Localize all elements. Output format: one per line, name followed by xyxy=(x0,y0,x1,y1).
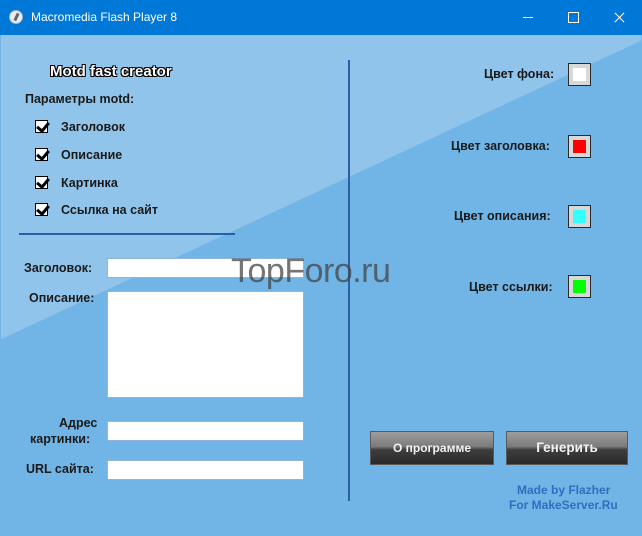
flash-stage: Motd fast creator Параметры motd: Заголо… xyxy=(1,35,641,535)
checkbox-description-label: Описание xyxy=(61,148,123,162)
bg-color-swatch[interactable] xyxy=(568,63,591,86)
description-textarea[interactable] xyxy=(107,291,304,398)
description-color-label: Цвет описания: xyxy=(454,209,551,223)
link-color-label: Цвет ссылки: xyxy=(469,280,553,294)
checkbox-link-label: Ссылка на сайт xyxy=(61,203,158,217)
flash-player-icon xyxy=(9,10,23,24)
window-title: Macromedia Flash Player 8 xyxy=(31,10,178,24)
checkbox-image[interactable] xyxy=(35,176,48,189)
checkbox-title-label: Заголовок xyxy=(61,120,125,134)
checkbox-title[interactable] xyxy=(35,120,48,133)
checkbox-image-label: Картинка xyxy=(61,176,118,190)
bg-color-label: Цвет фона: xyxy=(484,67,555,81)
image-field-label-line2: картинки: xyxy=(30,432,91,446)
description-color-fill xyxy=(573,210,586,223)
image-field-label-line1: Адрес xyxy=(59,416,98,430)
description-color-swatch[interactable] xyxy=(568,205,591,228)
bg-color-fill xyxy=(573,68,586,81)
generate-button[interactable]: Генерить xyxy=(506,431,628,465)
title-bar[interactable]: Macromedia Flash Player 8 xyxy=(0,0,642,35)
title-color-swatch[interactable] xyxy=(568,135,591,158)
minimize-icon xyxy=(523,17,533,18)
link-color-swatch[interactable] xyxy=(568,275,591,298)
about-button[interactable]: О программе xyxy=(370,431,494,465)
watermark-text: TopForo.ru xyxy=(231,252,391,290)
checkbox-link[interactable] xyxy=(35,203,48,216)
image-url-input[interactable] xyxy=(107,421,304,441)
site-url-input[interactable] xyxy=(107,460,304,480)
credit-site: For MakeServer.Ru xyxy=(509,498,618,512)
title-color-fill xyxy=(573,140,586,153)
minimize-button[interactable] xyxy=(505,0,551,35)
horizontal-divider xyxy=(19,233,235,235)
site-url-label: URL сайта: xyxy=(26,462,94,476)
params-header: Параметры motd: xyxy=(25,92,135,106)
description-field-label: Описание: xyxy=(29,291,95,305)
title-field-label: Заголовок: xyxy=(24,261,93,275)
link-color-fill xyxy=(573,280,586,293)
maximize-icon xyxy=(568,12,579,23)
checkbox-description[interactable] xyxy=(35,148,48,161)
credit-author: Made by Flazher xyxy=(517,483,611,497)
maximize-button[interactable] xyxy=(550,0,596,35)
close-button[interactable] xyxy=(596,0,642,35)
app-title: Motd fast creator xyxy=(50,63,172,80)
title-color-label: Цвет заголовка: xyxy=(451,139,550,153)
